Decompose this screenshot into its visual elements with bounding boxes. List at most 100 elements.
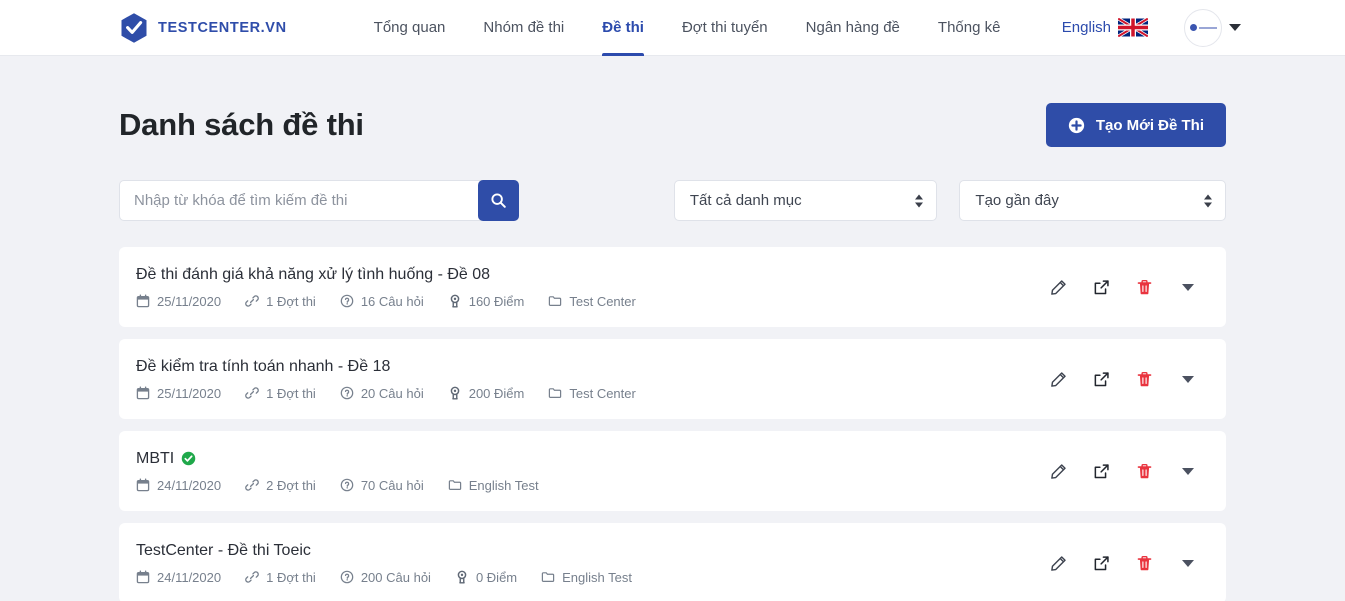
exam-meta: 24/11/2020 2 Đợt thi 70 Câu hỏi English … [136, 478, 1037, 493]
meta-questions-value: 20 Câu hỏi [360, 385, 424, 401]
exam-meta: 25/11/2020 1 Đợt thi [136, 386, 1037, 401]
table-row[interactable]: Đề thi đánh giá khả năng xử lý tình huốn… [119, 247, 1226, 327]
table-row[interactable]: TestCenter - Đề thi Toeic 24/11/2020 1 Đ… [119, 523, 1226, 601]
sort-filter[interactable]: Tạo gần đây [959, 180, 1226, 221]
exam-title-wrap: Đề kiểm tra tính toán nhanh - Đề 18 [136, 358, 1037, 376]
chevron-down-icon [1181, 559, 1194, 567]
nav-item-nhom-de-thi[interactable]: Nhóm đề thi [464, 0, 583, 56]
award-icon [450, 294, 460, 308]
trash-icon [1137, 555, 1152, 570]
main-nav: Tổng quan Nhóm đề thi Đề thi Đợt thi tuy… [355, 0, 1020, 56]
link-icon [245, 571, 259, 583]
meta-date: 24/11/2020 [136, 570, 221, 585]
table-row[interactable]: Đề kiểm tra tính toán nhanh - Đề 18 25/1… [119, 339, 1226, 419]
exam-info: Đề thi đánh giá khả năng xử lý tình huốn… [136, 266, 1037, 309]
app-header: TESTCENTER.VN Tổng quan Nhóm đề thi Đề t… [0, 0, 1345, 56]
chevron-down-icon [1181, 283, 1194, 291]
trash-icon [1137, 463, 1152, 478]
avatar[interactable] [1184, 8, 1222, 47]
share-button[interactable] [1080, 266, 1123, 309]
exam-title-wrap: Đề thi đánh giá khả năng xử lý tình huốn… [136, 266, 1037, 284]
question-circle-icon [340, 294, 354, 308]
external-link-icon [1094, 371, 1109, 386]
meta-points-value: 200 Điểm [468, 385, 525, 401]
more-button[interactable] [1166, 266, 1209, 309]
meta-sessions: 1 Đợt thi [245, 386, 316, 401]
question-circle-icon [340, 386, 354, 400]
exam-title-wrap: MBTI [136, 450, 1037, 468]
meta-points: 0 Điểm [455, 570, 517, 585]
exam-info: Đề kiểm tra tính toán nhanh - Đề 18 25/1… [136, 358, 1037, 401]
calendar-icon [136, 478, 150, 492]
trash-icon [1137, 371, 1152, 386]
folder-icon [448, 480, 461, 490]
question-circle-icon [340, 478, 354, 492]
meta-questions-value: 70 Câu hỏi [360, 477, 424, 493]
meta-category-value: English Test [562, 569, 632, 585]
page-header: Danh sách đề thi Tạo Mới Đề Thi [119, 56, 1226, 147]
meta-category: English Test [541, 570, 632, 585]
brand-logo[interactable]: TESTCENTER.VN [119, 12, 287, 44]
meta-sessions-value: 1 Đợt thi [266, 569, 316, 585]
exam-title[interactable]: Đề kiểm tra tính toán nhanh - Đề 18 [136, 358, 390, 376]
exam-title[interactable]: Đề thi đánh giá khả năng xử lý tình huốn… [136, 266, 490, 284]
avatar-image [1189, 24, 1217, 31]
exam-title[interactable]: MBTI [136, 450, 174, 468]
row-actions [1037, 358, 1209, 401]
edit-button[interactable] [1037, 266, 1080, 309]
meta-sessions: 1 Đợt thi [245, 294, 316, 309]
row-actions [1037, 542, 1209, 585]
sort-filter-value[interactable]: Tạo gần đây [959, 180, 1226, 221]
more-button[interactable] [1166, 358, 1209, 401]
calendar-icon [136, 386, 150, 400]
nav-item-de-thi[interactable]: Đề thi [583, 0, 663, 56]
exam-meta: 25/11/2020 1 Đợt thi [136, 294, 1037, 309]
nav-item-thong-ke[interactable]: Thống kê [919, 0, 1020, 56]
share-button[interactable] [1080, 542, 1123, 585]
trash-icon [1137, 279, 1152, 294]
language-label: English [1061, 19, 1111, 36]
category-filter[interactable]: Tất cả danh mục [673, 180, 938, 221]
meta-sessions-value: 2 Đợt thi [266, 477, 316, 493]
language-switcher[interactable]: English [1062, 18, 1148, 37]
verified-check-icon [181, 451, 196, 466]
delete-button[interactable] [1123, 450, 1166, 493]
meta-date-value: 24/11/2020 [157, 477, 222, 493]
uk-flag-icon [1118, 18, 1148, 37]
nav-item-dot-thi-tuyen[interactable]: Đợt thi tuyển [663, 0, 787, 56]
search-input[interactable] [119, 180, 519, 221]
delete-button[interactable] [1123, 358, 1166, 401]
category-filter-value[interactable]: Tất cả danh mục [673, 180, 938, 221]
search-button[interactable] [477, 180, 519, 221]
table-row[interactable]: MBTI 24/11/2020 2 Đợt thi 70 Câu hỏi Eng… [119, 431, 1226, 511]
nav-item-tong-quan[interactable]: Tổng quan [355, 0, 465, 56]
meta-points: 200 Điểm [448, 385, 525, 401]
edit-button[interactable] [1037, 358, 1080, 401]
delete-button[interactable] [1123, 542, 1166, 585]
exam-meta: 24/11/2020 1 Đợt thi 200 Câu hỏi 0 Điểm … [136, 570, 1037, 585]
account-menu[interactable] [1184, 8, 1241, 47]
edit-button[interactable] [1037, 542, 1080, 585]
delete-button[interactable] [1123, 266, 1166, 309]
create-exam-label: Tạo Mới Đề Thi [1095, 116, 1204, 134]
create-exam-button[interactable]: Tạo Mới Đề Thi [1045, 103, 1226, 147]
meta-category-value: Test Center [569, 293, 636, 309]
chevron-down-icon[interactable] [1229, 24, 1241, 31]
link-icon [245, 295, 259, 307]
edit-icon [1051, 371, 1066, 387]
edit-button[interactable] [1037, 450, 1080, 493]
folder-icon [549, 388, 562, 398]
nav-item-ngan-hang-de[interactable]: Ngân hàng đề [787, 0, 919, 56]
share-button[interactable] [1080, 450, 1123, 493]
meta-points: 160 Điểm [448, 293, 525, 309]
meta-category-value: Test Center [569, 385, 636, 401]
award-icon [450, 386, 460, 400]
more-button[interactable] [1166, 542, 1209, 585]
meta-points-value: 160 Điểm [468, 293, 525, 309]
exam-title[interactable]: TestCenter - Đề thi Toeic [136, 542, 311, 560]
more-button[interactable] [1166, 450, 1209, 493]
meta-category-value: English Test [468, 477, 539, 493]
row-actions [1037, 450, 1209, 493]
filter-bar: Tất cả danh mục Tạo gần đây [119, 180, 1226, 221]
share-button[interactable] [1080, 358, 1123, 401]
